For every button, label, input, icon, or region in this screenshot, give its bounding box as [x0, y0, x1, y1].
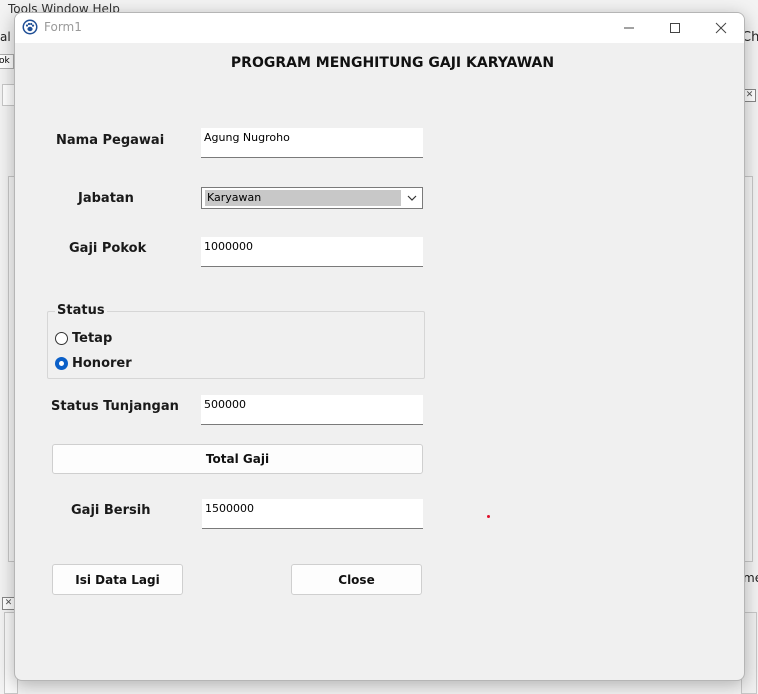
nama-pegawai-input[interactable]: Agung Nugroho	[201, 128, 423, 158]
background-left-text: al	[0, 30, 11, 44]
close-window-button[interactable]	[698, 13, 744, 43]
title-bar[interactable]: Form1	[15, 13, 744, 43]
jabatan-label: Jabatan	[78, 191, 134, 206]
jabatan-selected-value: Karyawan	[205, 190, 401, 206]
gaji-bersih-label: Gaji Bersih	[71, 503, 151, 518]
radio-honorer[interactable]: Honorer	[55, 356, 132, 371]
background-left-field: ok	[0, 54, 14, 69]
page-title: PROGRAM MENGHITUNG GAJI KARYAWAN	[230, 55, 555, 71]
radio-honorer-circle[interactable]	[55, 357, 68, 370]
radio-tetap-circle[interactable]	[55, 332, 68, 345]
close-button[interactable]: Close	[291, 564, 422, 595]
stray-red-dot	[487, 515, 490, 518]
paw-icon	[22, 19, 38, 35]
close-icon	[715, 22, 727, 34]
minimize-icon	[624, 27, 634, 29]
isi-data-lagi-button[interactable]: Isi Data Lagi	[52, 564, 183, 595]
minimize-button[interactable]	[606, 13, 652, 43]
status-group-title: Status	[55, 303, 107, 318]
chevron-down-icon[interactable]	[405, 191, 419, 205]
radio-tetap-label: Tetap	[72, 331, 113, 346]
status-tunjangan-label: Status Tunjangan	[51, 399, 179, 414]
form-window: Form1 PROGRAM MENGHITUNG GAJI KARYAWAN N…	[14, 12, 745, 681]
nama-pegawai-label: Nama Pegawai	[56, 133, 165, 148]
gaji-bersih-input[interactable]: 1500000	[202, 499, 423, 529]
maximize-button[interactable]	[652, 13, 698, 43]
background-left-field-text: ok	[0, 56, 10, 66]
status-tunjangan-input[interactable]: 500000	[201, 395, 423, 425]
background-right-text-2: me	[743, 571, 758, 585]
jabatan-select[interactable]: Karyawan	[201, 187, 423, 209]
maximize-icon	[670, 23, 680, 33]
radio-tetap[interactable]: Tetap	[55, 331, 112, 346]
gaji-pokok-input[interactable]: 1000000	[201, 237, 423, 267]
total-gaji-button[interactable]: Total Gaji	[52, 444, 423, 474]
window-title: Form1	[44, 20, 82, 34]
radio-honorer-label: Honorer	[72, 356, 132, 371]
gaji-pokok-label: Gaji Pokok	[69, 241, 147, 256]
